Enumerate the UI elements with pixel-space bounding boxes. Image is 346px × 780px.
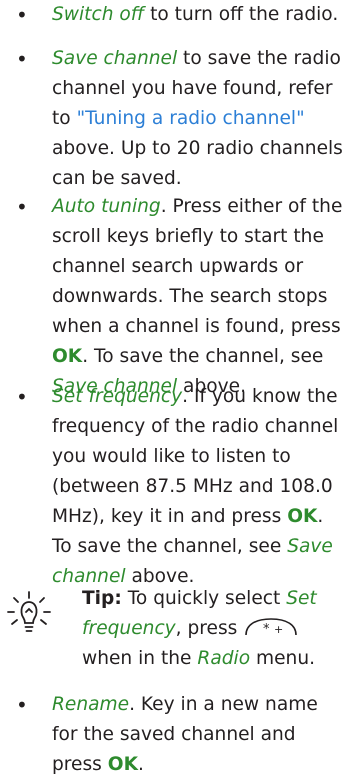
menu-link-auto-tuning[interactable]: Auto tuning	[52, 196, 161, 217]
list-item-rename: • Rename. Key in a new name for the save…	[16, 690, 344, 780]
tip-label: Tip:	[82, 588, 122, 609]
item-text: . Press either of the scroll keys briefl…	[52, 196, 343, 337]
list-item-set-frequency: • Set frequency. If you know the frequen…	[16, 382, 344, 592]
ok-key-label: OK	[52, 346, 83, 367]
menu-link-switch-off[interactable]: Switch off	[52, 4, 144, 25]
tip-body: menu.	[250, 648, 316, 669]
list-item-auto-tuning: • Auto tuning. Press either of the scrol…	[16, 192, 344, 402]
bullet: •	[16, 3, 28, 27]
tip-box: Tip: To quickly select Set frequency, pr…	[0, 584, 346, 676]
item-text: . To save the channel, see	[82, 346, 324, 367]
star-key-icon: * +	[245, 618, 298, 637]
menu-link-save-channel[interactable]: Save channel	[52, 48, 177, 69]
list-item-switch-off: • Switch off to turn off the radio.	[16, 0, 344, 30]
item-text: above. Up to 20 radio channels can be sa…	[52, 138, 343, 189]
bullet: •	[16, 385, 28, 409]
item-text: to turn off the radio.	[144, 4, 339, 25]
ok-key-label: OK	[287, 506, 318, 527]
list-item-save-channel: • Save channel to save the radio channel…	[16, 44, 344, 194]
lightbulb-icon	[7, 591, 51, 632]
bullet: •	[16, 47, 28, 71]
item-text: .	[137, 754, 144, 775]
manual-page: • Switch off to turn off the radio. • Sa…	[0, 0, 346, 775]
svg-text:+: +	[274, 623, 283, 636]
menu-link-rename[interactable]: Rename	[52, 694, 129, 715]
svg-text:*: *	[263, 622, 270, 637]
tip-text: Tip: To quickly select Set frequency, pr…	[82, 584, 344, 674]
tip-body: , press	[175, 618, 244, 639]
menu-link-radio[interactable]: Radio	[197, 648, 250, 669]
cross-reference-link[interactable]: "Tuning a radio channel"	[77, 108, 305, 129]
tip-body: when in the	[82, 648, 198, 669]
ok-key-label: OK	[107, 754, 138, 775]
bullet: •	[16, 693, 28, 717]
menu-link-set-frequency[interactable]: Set frequency	[52, 386, 182, 407]
tip-body: To quickly select	[121, 588, 287, 609]
bullet: •	[16, 195, 28, 219]
